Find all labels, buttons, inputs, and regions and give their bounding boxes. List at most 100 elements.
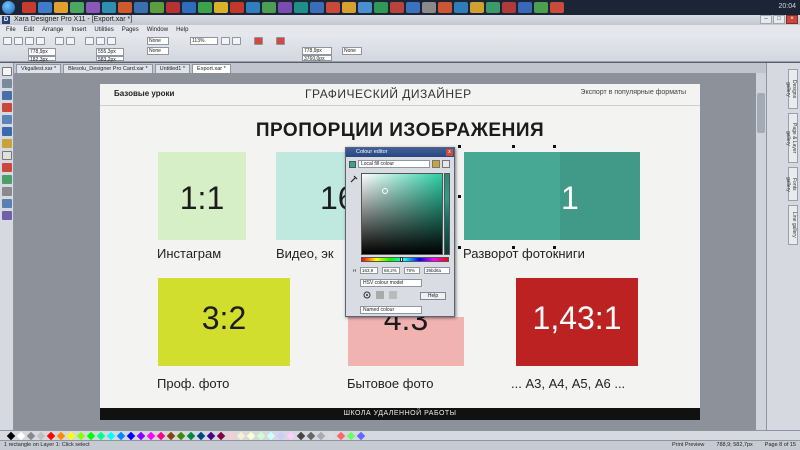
fill-select[interactable]: None [147, 47, 169, 55]
export-icon[interactable] [36, 37, 45, 45]
palette-swatch[interactable] [56, 431, 66, 441]
taskbar-app-icon[interactable] [166, 2, 180, 13]
taskbar-app-icon[interactable] [86, 2, 100, 13]
palette-swatch[interactable] [276, 431, 286, 441]
taskbar-app-icon[interactable] [342, 2, 356, 13]
palette-swatch[interactable] [76, 431, 86, 441]
palette-swatch[interactable] [106, 431, 116, 441]
x-field[interactable]: 778,9px [28, 48, 56, 56]
taskbar-app-icon[interactable] [198, 2, 212, 13]
selection-handle[interactable] [512, 246, 515, 249]
palette-swatch[interactable] [326, 431, 336, 441]
menu-edit[interactable]: Edit [24, 27, 34, 33]
transparency-tool-icon[interactable] [2, 175, 12, 184]
taskbar-app-icon[interactable] [470, 2, 484, 13]
palette-swatch[interactable] [86, 431, 96, 441]
maximize-button[interactable]: □ [773, 15, 785, 24]
red-tool-icon[interactable] [254, 37, 263, 45]
menu-arrange[interactable]: Arrange [42, 27, 63, 33]
doc-tab[interactable]: Vkgallest.xar * [16, 64, 62, 73]
close-button[interactable]: × [786, 15, 798, 24]
palette-swatch[interactable] [336, 431, 346, 441]
selector-tool-icon[interactable] [2, 67, 12, 76]
hex-field[interactable]: 39bd8a [424, 267, 450, 274]
taskbar-app-icon[interactable] [150, 2, 164, 13]
taskbar-app-icon[interactable] [214, 2, 228, 13]
undo-icon[interactable] [55, 37, 64, 45]
palette-swatch[interactable] [176, 431, 186, 441]
palette-swatch[interactable] [186, 431, 196, 441]
palette-swatch[interactable] [286, 431, 296, 441]
open-icon[interactable] [14, 37, 23, 45]
colour-model-select[interactable]: HSV colour model [360, 279, 422, 287]
selection-handle[interactable] [553, 145, 556, 148]
taskbar-app-icon[interactable] [246, 2, 260, 13]
taskbar-app-icon[interactable] [518, 2, 532, 13]
taskbar-app-icon[interactable] [326, 2, 340, 13]
colour-editor-dialog[interactable]: Colour editor x Local fill colour H 163,… [345, 147, 455, 317]
gallery-tab[interactable]: Fonts gallery [785, 167, 798, 201]
palette-swatch[interactable] [236, 431, 246, 441]
palette-swatch[interactable] [196, 431, 206, 441]
palette-swatch[interactable] [256, 431, 266, 441]
selection-handle[interactable] [512, 145, 515, 148]
taskbar-app-icon[interactable] [534, 2, 548, 13]
selection-handle[interactable] [553, 246, 556, 249]
colour-strip[interactable] [444, 173, 450, 255]
y-field[interactable]: 182,3px [28, 56, 56, 63]
taskbar-app-icon[interactable] [390, 2, 404, 13]
bevel-tool-icon[interactable] [2, 199, 12, 208]
text-tool-icon[interactable] [2, 151, 12, 160]
zoom-field[interactable]: 113% [190, 37, 218, 45]
ellipse-tool-icon[interactable] [2, 139, 12, 148]
palette-swatch[interactable] [156, 431, 166, 441]
tool-icon[interactable] [389, 291, 397, 299]
ratio-card[interactable]: 1 [464, 152, 640, 240]
palette-swatch[interactable] [206, 431, 216, 441]
gallery-tab[interactable]: Line gallery [788, 205, 798, 245]
tool-icon[interactable] [376, 291, 384, 299]
palette-swatch[interactable] [216, 431, 226, 441]
height-field[interactable]: 583,2px [96, 56, 124, 63]
doc-tab[interactable]: Untitled1 * [154, 64, 191, 73]
menu-file[interactable]: File [6, 27, 16, 33]
palette-swatch[interactable] [116, 431, 126, 441]
taskbar-app-icon[interactable] [486, 2, 500, 13]
selection-handle[interactable] [458, 145, 461, 148]
ratio-card[interactable]: 4:3 [348, 301, 464, 366]
palette-swatch[interactable] [26, 431, 36, 441]
colour-source-select[interactable]: Local fill colour [358, 160, 430, 168]
px-field[interactable]: 778,9px [302, 47, 332, 55]
doc-tab[interactable]: Blesolu_Designer Pro Card.xar * [63, 64, 153, 73]
zoom-icon[interactable] [221, 37, 230, 45]
palette-swatch[interactable] [136, 431, 146, 441]
taskbar-app-icon[interactable] [38, 2, 52, 13]
taskbar-app-icon[interactable] [54, 2, 68, 13]
rectangle-tool-icon[interactable] [2, 127, 12, 136]
doc-tab-active[interactable]: Export.xar * [192, 64, 231, 73]
palette-swatch[interactable] [316, 431, 326, 441]
taskbar-app-icon[interactable] [422, 2, 436, 13]
taskbar-app-icon[interactable] [358, 2, 372, 13]
target-icon[interactable] [363, 291, 371, 299]
copy-icon[interactable] [96, 37, 105, 45]
new-icon[interactable] [3, 37, 12, 45]
scroll-thumb[interactable] [757, 93, 765, 133]
palette-swatch[interactable] [36, 431, 46, 441]
menu-window[interactable]: Window [147, 27, 168, 33]
palette-swatch[interactable] [126, 431, 136, 441]
ratio-card[interactable]: 3:2 [158, 278, 290, 366]
redo-icon[interactable] [66, 37, 75, 45]
page-indicator[interactable]: Page 8 of 15 [765, 441, 796, 450]
help-button[interactable]: Help [420, 292, 446, 300]
hue-slider[interactable] [361, 257, 449, 262]
selection-handle[interactable] [458, 246, 461, 249]
saturation-value-picker[interactable] [361, 173, 443, 255]
palette-swatch[interactable] [96, 431, 106, 441]
ratio-card[interactable]: 1,43:1 [516, 278, 638, 366]
node-tool-icon[interactable] [2, 79, 12, 88]
palette-swatch[interactable] [226, 431, 236, 441]
taskbar-app-icon[interactable] [374, 2, 388, 13]
palette-swatch[interactable] [266, 431, 276, 441]
taskbar-app-icon[interactable] [438, 2, 452, 13]
